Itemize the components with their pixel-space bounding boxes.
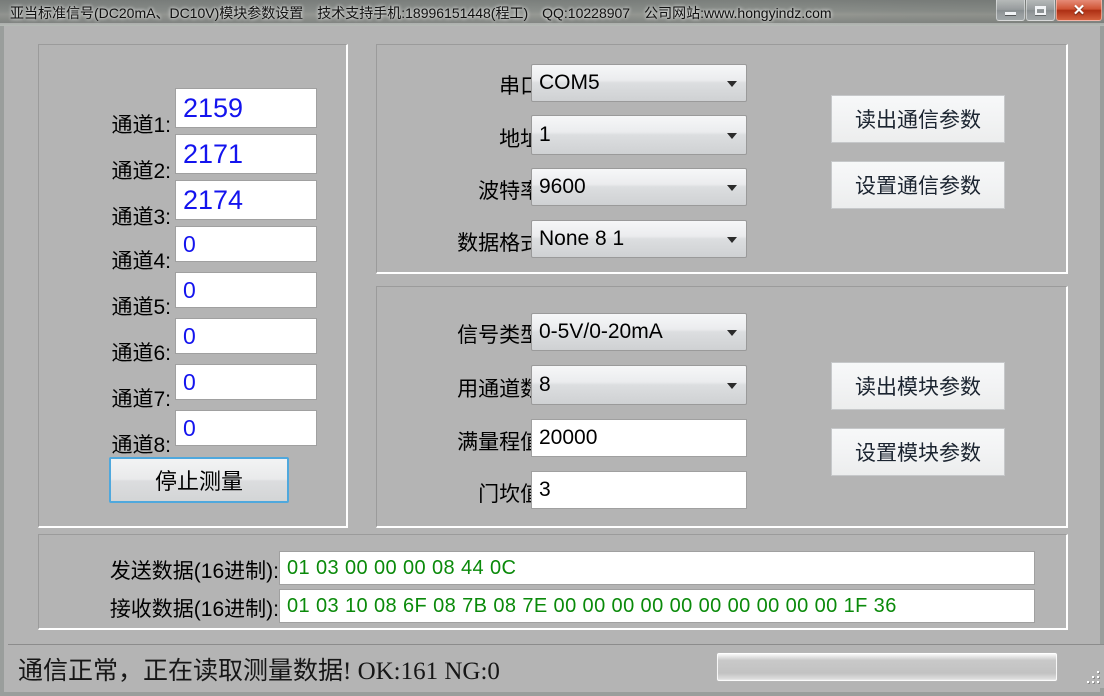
communication-parameters-panel: 串口: COM5 地址: 1 波特率: 9600 数据格式: None 8 1 … — [376, 44, 1068, 274]
channel-8-value[interactable]: 0 — [175, 410, 317, 446]
threshold-label: 门坎值: — [397, 478, 547, 508]
channel-2-value[interactable]: 2171 — [175, 134, 317, 174]
window-title-website: 公司网站:www.hongyindz.com — [644, 5, 832, 21]
chevron-down-icon — [727, 237, 737, 243]
resize-grip-icon[interactable] — [1087, 671, 1101, 685]
channel-5-label: 通道5: — [67, 291, 171, 321]
channel-count-value: 8 — [539, 373, 551, 397]
close-button[interactable]: ✕ — [1056, 0, 1102, 21]
full-scale-label: 满量程值: — [397, 426, 547, 456]
channel-7-value[interactable]: 0 — [175, 364, 317, 400]
receive-data-value[interactable]: 01 03 10 08 6F 08 7B 08 7E 00 00 00 00 0… — [279, 589, 1035, 623]
read-comm-params-button[interactable]: 读出通信参数 — [831, 95, 1005, 143]
chevron-down-icon — [727, 81, 737, 87]
maximize-button[interactable] — [1026, 0, 1055, 21]
signal-type-select[interactable]: 0-5V/0-20mA — [531, 313, 747, 351]
progress-bar — [716, 652, 1058, 682]
window-title-support: 技术支持手机:18996151448(程工) — [317, 5, 528, 21]
channel-6-label: 通道6: — [67, 337, 171, 367]
channel-3-value[interactable]: 2174 — [175, 180, 317, 220]
baud-rate-label: 波特率: — [407, 175, 547, 205]
signal-type-value: 0-5V/0-20mA — [539, 320, 663, 344]
channel-values-panel: 通道1: 2159 通道2: 2171 通道3: 2174 通道4: 0 通道5… — [38, 44, 348, 528]
window-controls: ✕ — [995, 0, 1102, 21]
channel-6-value[interactable]: 0 — [175, 318, 317, 354]
channel-4-label: 通道4: — [67, 245, 171, 275]
channel-5-value[interactable]: 0 — [175, 272, 317, 308]
baud-rate-value: 9600 — [539, 175, 586, 199]
channel-count-select[interactable]: 8 — [531, 365, 747, 405]
send-data-value[interactable]: 01 03 00 00 00 08 44 0C — [279, 551, 1035, 585]
chevron-down-icon — [727, 185, 737, 191]
chevron-down-icon — [727, 330, 737, 336]
close-icon: ✕ — [1073, 3, 1086, 18]
channel-1-label: 通道1: — [67, 109, 171, 139]
channel-4-value[interactable]: 0 — [175, 226, 317, 262]
minimize-button[interactable] — [996, 0, 1025, 21]
address-value: 1 — [539, 123, 551, 147]
send-data-label: 发送数据(16进制): — [61, 555, 279, 585]
stop-measurement-button[interactable]: 停止测量 — [109, 457, 289, 503]
channel-8-label: 通道8: — [67, 429, 171, 459]
read-module-params-button[interactable]: 读出模块参数 — [831, 362, 1005, 410]
maximize-icon — [1035, 6, 1046, 15]
data-format-label: 数据格式: — [387, 227, 547, 257]
channel-count-label: 用通道数: — [397, 373, 547, 403]
status-bar: 通信正常，正在读取测量数据! OK:161 NG:0 — [8, 644, 1104, 688]
serial-port-value: COM5 — [539, 71, 600, 95]
client-area: 通道1: 2159 通道2: 2171 通道3: 2174 通道4: 0 通道5… — [0, 26, 1104, 696]
title-bar[interactable]: 亚当标准信号(DC20mA、DC10V)模块参数设置技术支持手机:1899615… — [0, 0, 1104, 26]
signal-type-label: 信号类型: — [397, 319, 547, 349]
data-log-panel: 发送数据(16进制): 01 03 00 00 00 08 44 0C 接收数据… — [38, 534, 1068, 630]
set-comm-params-button[interactable]: 设置通信参数 — [831, 161, 1005, 209]
full-scale-input[interactable]: 20000 — [531, 419, 747, 457]
application-window: 亚当标准信号(DC20mA、DC10V)模块参数设置技术支持手机:1899615… — [0, 0, 1104, 696]
threshold-input[interactable]: 3 — [531, 471, 747, 509]
set-module-params-button[interactable]: 设置模块参数 — [831, 428, 1005, 476]
chevron-down-icon — [727, 383, 737, 389]
channel-1-value[interactable]: 2159 — [175, 88, 317, 128]
receive-data-label: 接收数据(16进制): — [61, 593, 279, 623]
channel-2-label: 通道2: — [67, 155, 171, 185]
address-select[interactable]: 1 — [531, 115, 747, 155]
serial-port-label: 串口: — [407, 70, 547, 100]
address-label: 地址: — [407, 123, 547, 153]
baud-rate-select[interactable]: 9600 — [531, 168, 747, 206]
module-parameters-panel: 信号类型: 0-5V/0-20mA 用通道数: 8 满量程值: 20000 门坎… — [376, 286, 1068, 528]
channel-7-label: 通道7: — [67, 383, 171, 413]
chevron-down-icon — [727, 133, 737, 139]
data-format-select[interactable]: None 8 1 — [531, 220, 747, 258]
window-title-main: 亚当标准信号(DC20mA、DC10V)模块参数设置 — [10, 5, 303, 21]
status-message: 通信正常，正在读取测量数据! OK:161 NG:0 — [18, 651, 500, 687]
minimize-icon — [1005, 12, 1016, 15]
window-title-qq: QQ:10228907 — [542, 5, 630, 21]
window-title: 亚当标准信号(DC20mA、DC10V)模块参数设置技术支持手机:1899615… — [10, 3, 846, 23]
channel-3-label: 通道3: — [67, 201, 171, 231]
serial-port-select[interactable]: COM5 — [531, 64, 747, 102]
data-format-value: None 8 1 — [539, 227, 624, 251]
